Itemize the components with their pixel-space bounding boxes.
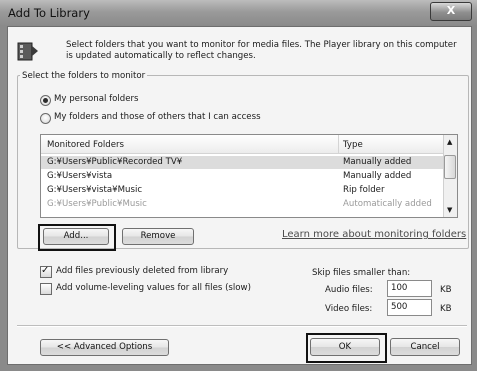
- table-row[interactable]: G:¥Users¥vista Manually added: [41, 170, 443, 183]
- info-text: Select folders that you want to monitor …: [66, 40, 457, 61]
- folder-type: Automatically added: [343, 199, 432, 209]
- table-row[interactable]: G:¥Users¥vista¥Music Rip folder: [41, 184, 443, 197]
- add-volume-label[interactable]: Add volume-leveling values for all files…: [56, 283, 251, 293]
- table-row[interactable]: G:¥Users¥Public¥Music Automatically adde…: [41, 198, 443, 211]
- checkmark-icon: ✓: [41, 265, 50, 276]
- radio-all-folders-label[interactable]: My folders and those of others that I ca…: [54, 112, 261, 122]
- advanced-options-button[interactable]: << Advanced Options: [40, 339, 169, 356]
- folder-path: G:¥Users¥vista¥Music: [47, 185, 143, 195]
- skip-files-heading: Skip files smaller than:: [312, 268, 411, 278]
- close-icon: X: [446, 4, 456, 17]
- learn-more-link[interactable]: Learn more about monitoring folders: [282, 229, 466, 240]
- footer-divider-highlight: [17, 326, 467, 327]
- ok-button[interactable]: OK: [310, 338, 380, 356]
- add-button[interactable]: Add...: [43, 228, 109, 245]
- scroll-thumb[interactable]: [444, 155, 456, 179]
- radio-personal-folders-label[interactable]: My personal folders: [54, 94, 139, 104]
- add-volume-checkbox[interactable]: [40, 283, 52, 295]
- media-library-icon: [17, 40, 39, 62]
- list-header: Monitored Folders Type: [41, 135, 443, 154]
- close-button[interactable]: X: [430, 2, 472, 21]
- advanced-options-label: << Advanced Options: [56, 342, 153, 352]
- video-unit: KB: [440, 304, 452, 314]
- audio-unit: KB: [440, 285, 452, 295]
- audio-files-label: Audio files:: [325, 285, 373, 295]
- column-separator[interactable]: [338, 135, 339, 153]
- scroll-down-icon[interactable]: ▼: [447, 206, 452, 214]
- audio-files-input[interactable]: 100: [387, 280, 432, 297]
- monitored-folders-list[interactable]: Monitored Folders Type G:¥Users¥Public¥R…: [40, 134, 458, 218]
- folder-type: Rip folder: [343, 185, 385, 195]
- column-type[interactable]: Type: [343, 140, 363, 150]
- table-row[interactable]: G:¥Users¥Public¥Recorded TV¥ Manually ad…: [41, 156, 443, 169]
- radio-all-folders[interactable]: [40, 113, 51, 124]
- video-files-label: Video files:: [325, 304, 373, 314]
- select-folders-label: Select the folders to monitor: [20, 71, 148, 81]
- ok-button-label: OK: [338, 342, 352, 352]
- folder-type: Manually added: [343, 157, 412, 167]
- folder-path: G:¥Users¥Public¥Recorded TV¥: [47, 157, 183, 167]
- folder-path: G:¥Users¥Public¥Music: [47, 199, 147, 209]
- radio-personal-folders[interactable]: [40, 95, 51, 106]
- video-files-input[interactable]: 500: [387, 299, 432, 316]
- column-monitored-folders[interactable]: Monitored Folders: [47, 140, 124, 150]
- remove-button-label: Remove: [140, 231, 176, 241]
- add-button-label: Add...: [63, 231, 89, 241]
- window-title: Add To Library: [8, 6, 90, 20]
- cancel-button-label: Cancel: [410, 342, 440, 352]
- add-deleted-label[interactable]: Add files previously deleted from librar…: [56, 266, 228, 276]
- cancel-button[interactable]: Cancel: [390, 338, 460, 356]
- title-bar[interactable]: Add To Library X: [0, 0, 477, 26]
- remove-button[interactable]: Remove: [122, 228, 194, 245]
- folder-type: Manually added: [343, 171, 412, 181]
- scroll-up-icon[interactable]: ▲: [447, 138, 452, 146]
- add-deleted-checkbox[interactable]: ✓: [40, 265, 52, 278]
- folder-path: G:¥Users¥vista: [47, 171, 113, 181]
